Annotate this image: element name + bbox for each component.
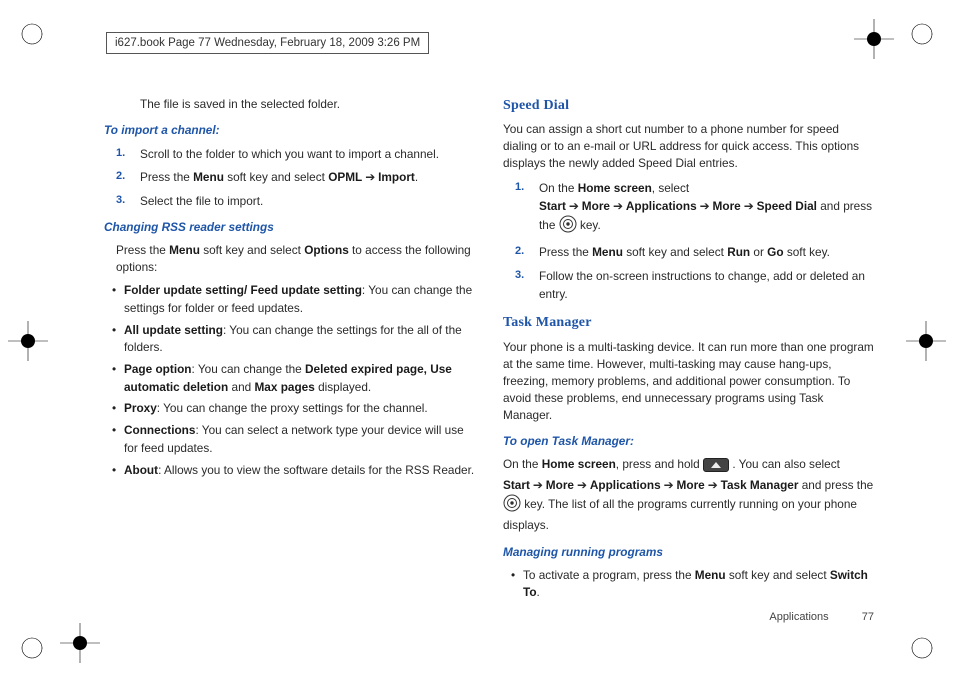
cross-mark-bottom: [60, 623, 100, 663]
crop-mark-top-right: [908, 20, 936, 48]
opt-page-option: Page option: You can change the Deleted …: [104, 361, 475, 396]
heading-speed-dial: Speed Dial: [503, 96, 874, 116]
crop-mark-bottom-left: [18, 634, 46, 662]
speed-step-3: 3.Follow the on-screen instructions to c…: [503, 267, 874, 304]
opt-all-update: All update setting: You can change the s…: [104, 322, 475, 357]
import-step-1: 1.Scroll to the folder to which you want…: [104, 145, 475, 163]
cross-mark-right: [906, 321, 946, 361]
heading-rss-settings: Changing RSS reader settings: [104, 219, 475, 236]
left-column: The file is saved in the selected folder…: [104, 96, 475, 626]
arrow-icon: ➔: [566, 199, 582, 213]
ok-key-icon: [503, 494, 521, 517]
arrow-icon: ➔: [661, 478, 677, 492]
ok-key-icon: [559, 215, 577, 238]
crop-mark-top-left: [18, 20, 46, 48]
home-key-icon: [703, 458, 729, 477]
cross-mark-top: [854, 19, 894, 59]
import-steps: 1.Scroll to the folder to which you want…: [104, 145, 475, 210]
heading-task-manager: Task Manager: [503, 313, 874, 333]
heading-managing-programs: Managing running programs: [503, 544, 874, 561]
saved-file-note: The file is saved in the selected folder…: [104, 96, 475, 113]
arrow-icon: ➔: [705, 478, 721, 492]
mrp-activate: To activate a program, press the Menu so…: [503, 567, 874, 602]
open-task-manager-paragraph: On the Home screen, press and hold . You…: [503, 456, 874, 534]
heading-import-channel: To import a channel:: [104, 122, 475, 139]
arrow-icon: ➔: [574, 478, 590, 492]
arrow-icon: ➔: [362, 170, 378, 184]
page-footer: Applications 77: [769, 610, 874, 626]
opt-folder-update: Folder update setting/ Feed update setti…: [104, 282, 475, 317]
managing-programs-list: To activate a program, press the Menu so…: [503, 567, 874, 602]
footer-section: Applications: [769, 611, 828, 623]
arrow-icon: ➔: [697, 199, 713, 213]
speed-step-1: 1. On the Home screen, select Start➔More…: [503, 179, 874, 239]
page-stamp: i627.book Page 77 Wednesday, February 18…: [106, 32, 429, 54]
heading-open-task-manager: To open Task Manager:: [503, 433, 874, 450]
page-body: The file is saved in the selected folder…: [104, 96, 874, 626]
crop-mark-bottom-right: [908, 634, 936, 662]
arrow-icon: ➔: [741, 199, 757, 213]
opt-connections: Connections: You can select a network ty…: [104, 422, 475, 457]
import-step-2: 2. Press the Menu soft key and select OP…: [104, 168, 475, 186]
task-manager-paragraph: Your phone is a multi-tasking device. It…: [503, 339, 874, 424]
right-column: Speed Dial You can assign a short cut nu…: [503, 96, 874, 626]
arrow-icon: ➔: [610, 199, 626, 213]
rss-intro: Press the Menu soft key and select Optio…: [104, 242, 475, 276]
opt-proxy: Proxy: You can change the proxy settings…: [104, 400, 475, 418]
speed-dial-steps: 1. On the Home screen, select Start➔More…: [503, 179, 874, 304]
rss-options-list: Folder update setting/ Feed update setti…: [104, 282, 475, 479]
speeddial-paragraph: You can assign a short cut number to a p…: [503, 121, 874, 172]
opt-about: About: Allows you to view the software d…: [104, 462, 475, 480]
arrow-icon: ➔: [530, 478, 546, 492]
import-step-3: 3.Select the file to import.: [104, 192, 475, 210]
speed-step-2: 2. Press the Menu soft key and select Ru…: [503, 243, 874, 261]
footer-page-number: 77: [862, 611, 874, 623]
cross-mark-left: [8, 321, 48, 361]
